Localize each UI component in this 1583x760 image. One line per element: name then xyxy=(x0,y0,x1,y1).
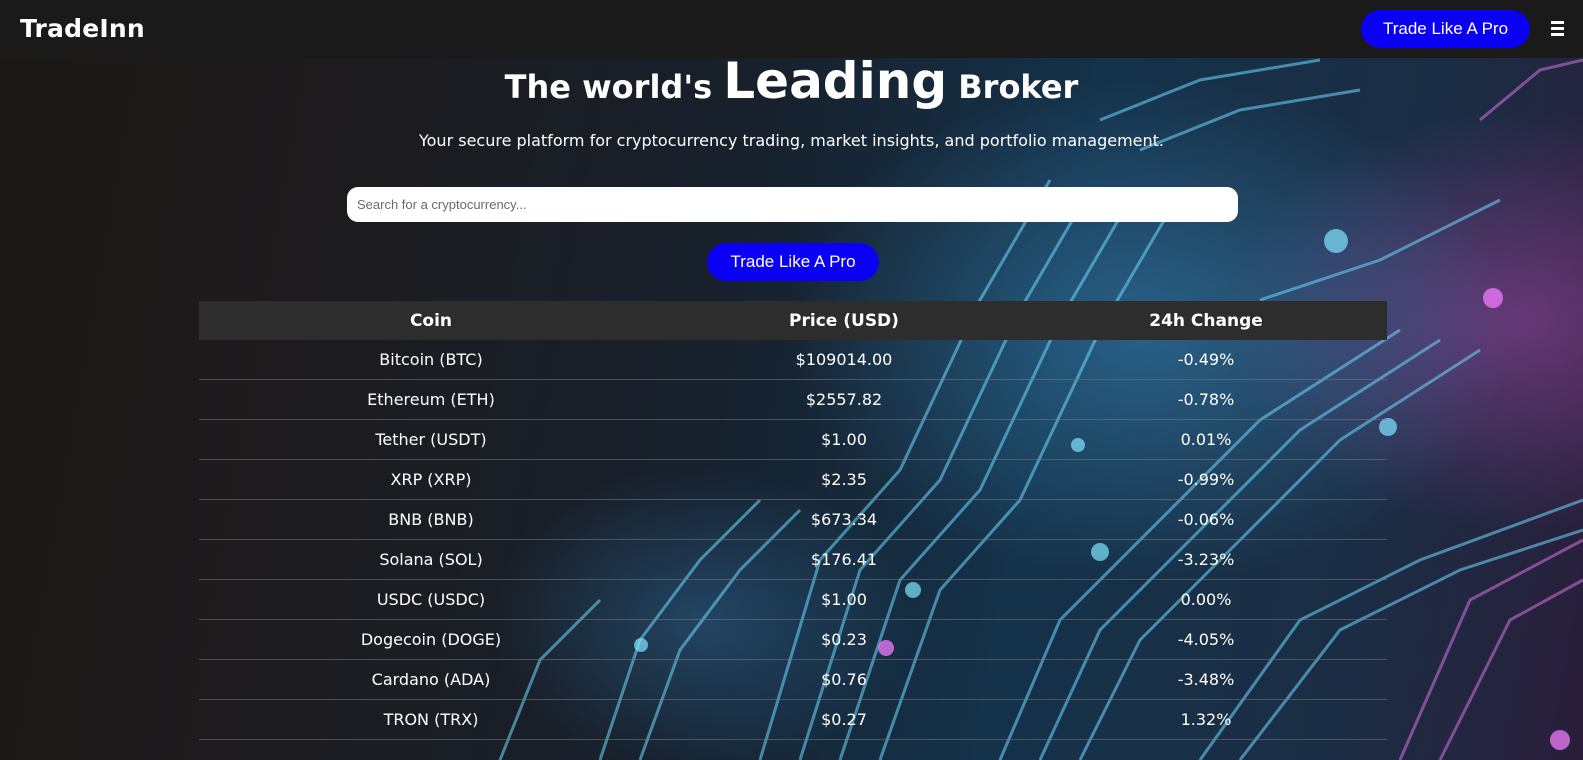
table-row[interactable]: XRP (XRP) $2.35 -0.99% xyxy=(199,459,1387,500)
coin-price-cell: $2557.82 xyxy=(663,379,1025,420)
coin-change-cell: -0.99% xyxy=(1025,459,1387,500)
coin-name-cell: BNB (BNB) xyxy=(199,499,663,540)
hamburger-bar xyxy=(1551,33,1564,36)
coin-change-cell: -3.48% xyxy=(1025,659,1387,700)
page: TradeInn Trade Like A Pro The world's Le… xyxy=(0,0,1583,760)
column-header-coin[interactable]: Coin xyxy=(199,301,663,340)
top-navbar: TradeInn Trade Like A Pro xyxy=(0,0,1583,58)
nav-trade-like-a-pro-button[interactable]: Trade Like A Pro xyxy=(1361,10,1530,48)
coin-price-cell: $0.23 xyxy=(663,619,1025,660)
coin-name-cell: Dogecoin (DOGE) xyxy=(199,619,663,660)
coin-name-cell: Cardano (ADA) xyxy=(199,659,663,700)
table-row[interactable]: BNB (BNB) $673.34 -0.06% xyxy=(199,499,1387,540)
table-row[interactable]: Dogecoin (DOGE) $0.23 -4.05% xyxy=(199,619,1387,660)
coin-change-cell: -0.06% xyxy=(1025,499,1387,540)
table-row[interactable]: USDC (USDC) $1.00 0.00% xyxy=(199,579,1387,620)
coin-price-cell: $1.00 xyxy=(663,419,1025,460)
brand-logo[interactable]: TradeInn xyxy=(20,14,145,43)
coin-name-cell: Solana (SOL) xyxy=(199,539,663,580)
coin-price-cell: $176.41 xyxy=(663,539,1025,580)
coin-name-cell: Tether (USDT) xyxy=(199,419,663,460)
coin-price-cell: $0.76 xyxy=(663,659,1025,700)
coin-change-cell: -4.05% xyxy=(1025,619,1387,660)
table-row[interactable]: Tether (USDT) $1.00 0.01% xyxy=(199,419,1387,460)
crypto-price-table: Coin Price (USD) 24h Change Bitcoin (BTC… xyxy=(199,301,1387,740)
coin-price-cell: $0.27 xyxy=(663,699,1025,740)
coin-change-cell: -3.23% xyxy=(1025,539,1387,580)
coin-price-cell: $2.35 xyxy=(663,459,1025,500)
hamburger-bar xyxy=(1551,27,1564,30)
hero-title-emphasis: Leading xyxy=(723,52,948,110)
column-header-price[interactable]: Price (USD) xyxy=(663,301,1025,340)
coin-name-cell: USDC (USDC) xyxy=(199,579,663,620)
coin-name-cell: XRP (XRP) xyxy=(199,459,663,500)
hero-title: The world's Leading Broker xyxy=(0,52,1583,110)
hero-trade-like-a-pro-button[interactable]: Trade Like A Pro xyxy=(707,243,879,281)
coin-change-cell: -0.49% xyxy=(1025,340,1387,380)
coin-price-cell: $1.00 xyxy=(663,579,1025,620)
table-row[interactable]: Cardano (ADA) $0.76 -3.48% xyxy=(199,659,1387,700)
coin-price-cell: $673.34 xyxy=(663,499,1025,540)
hamburger-bar xyxy=(1551,21,1564,24)
coin-change-cell: 1.32% xyxy=(1025,699,1387,740)
crypto-search-input[interactable] xyxy=(347,187,1238,222)
table-row[interactable]: Ethereum (ETH) $2557.82 -0.78% xyxy=(199,379,1387,420)
table-row[interactable]: Bitcoin (BTC) $109014.00 -0.49% xyxy=(199,340,1387,380)
coin-change-cell: -0.78% xyxy=(1025,379,1387,420)
hamburger-icon[interactable] xyxy=(1551,21,1566,36)
column-header-24h-change[interactable]: 24h Change xyxy=(1025,301,1387,340)
coin-change-cell: 0.01% xyxy=(1025,419,1387,460)
coin-name-cell: Bitcoin (BTC) xyxy=(199,340,663,380)
table-row[interactable]: TRON (TRX) $0.27 1.32% xyxy=(199,699,1387,740)
coin-name-cell: TRON (TRX) xyxy=(199,699,663,740)
table-row[interactable]: Solana (SOL) $176.41 -3.23% xyxy=(199,539,1387,580)
coin-name-cell: Ethereum (ETH) xyxy=(199,379,663,420)
coin-change-cell: 0.00% xyxy=(1025,579,1387,620)
hero-title-part2: Broker xyxy=(958,68,1079,106)
table-header-row: Coin Price (USD) 24h Change xyxy=(199,301,1387,340)
coin-price-cell: $109014.00 xyxy=(663,340,1025,380)
hero-title-part1: The world's xyxy=(504,68,713,106)
hero-subtitle: Your secure platform for cryptocurrency … xyxy=(418,131,1164,150)
